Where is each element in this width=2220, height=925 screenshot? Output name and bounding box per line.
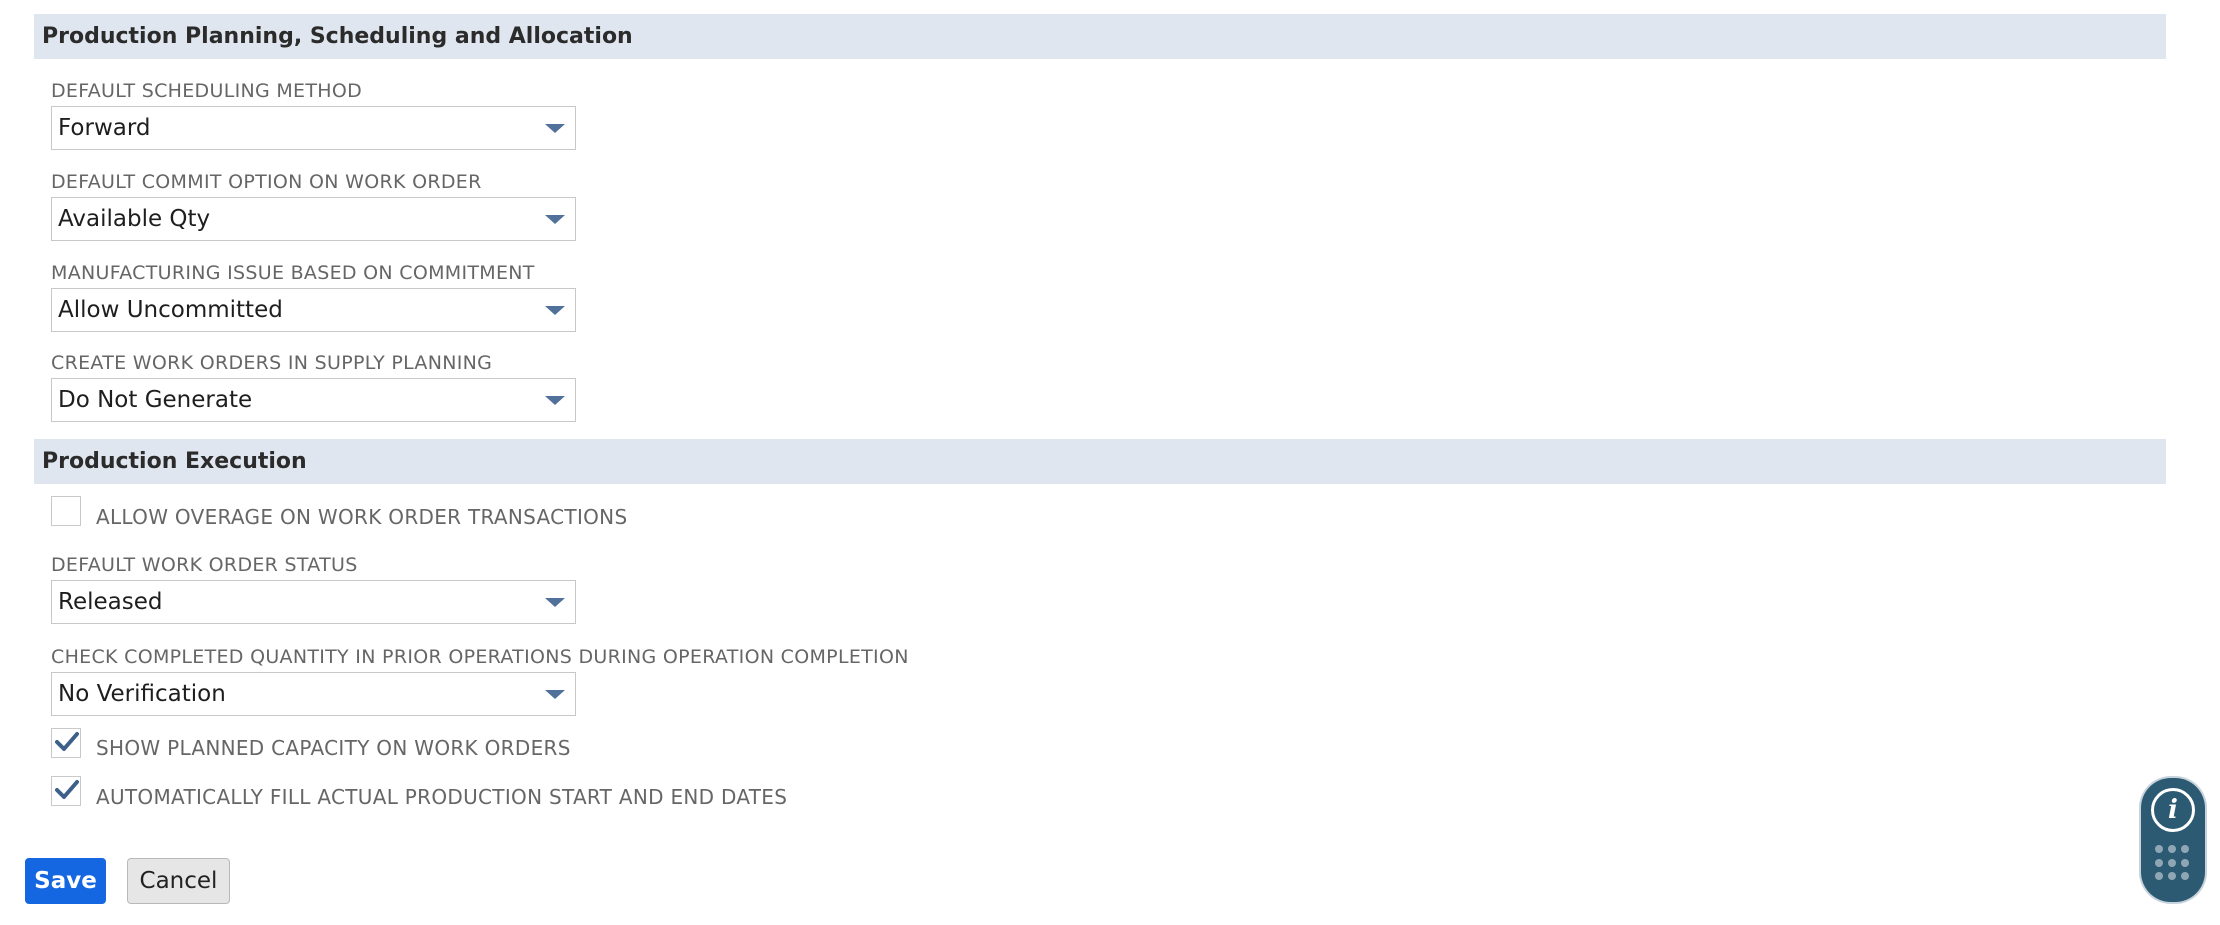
commit-option-select[interactable]: Available Qty [51,197,576,241]
commit-option-label: DEFAULT COMMIT OPTION ON WORK ORDER [51,171,482,193]
check-completed-label: CHECK COMPLETED QUANTITY IN PRIOR OPERAT… [51,646,909,668]
cancel-button[interactable]: Cancel [127,858,230,904]
auto-fill-dates-checkbox[interactable] [51,776,81,806]
issue-commitment-label: MANUFACTURING ISSUE BASED ON COMMITMENT [51,262,535,284]
issue-commitment-select[interactable]: Allow Uncommitted [51,288,576,332]
check-completed-value: No Verification [58,681,226,707]
supply-planning-label: CREATE WORK ORDERS IN SUPPLY PLANNING [51,352,493,374]
auto-fill-dates-label: AUTOMATICALLY FILL ACTUAL PRODUCTION STA… [96,785,788,809]
chevron-down-icon [545,124,565,133]
issue-commitment-value: Allow Uncommitted [58,297,283,323]
allow-overage-checkbox[interactable] [51,496,81,526]
grid-dots-icon[interactable] [2155,845,2191,881]
show-capacity-checkbox[interactable] [51,728,81,758]
commit-option-value: Available Qty [58,206,211,232]
chevron-down-icon [545,598,565,607]
chevron-down-icon [545,396,565,405]
checkmark-icon [55,780,79,799]
section-title-planning: Production Planning, Scheduling and Allo… [42,24,633,49]
chevron-down-icon [545,306,565,315]
section-header-execution: Production Execution [34,439,2166,484]
work-order-status-label: DEFAULT WORK ORDER STATUS [51,554,358,576]
supply-planning-select[interactable]: Do Not Generate [51,378,576,422]
scheduling-method-select[interactable]: Forward [51,106,576,150]
chevron-down-icon [545,690,565,699]
info-glyph: i [2168,795,2178,825]
chevron-down-icon [545,215,565,224]
checkmark-icon [55,732,79,751]
info-icon[interactable]: i [2151,788,2195,832]
show-capacity-label: SHOW PLANNED CAPACITY ON WORK ORDERS [96,736,571,760]
save-button[interactable]: Save [25,858,106,904]
work-order-status-select[interactable]: Released [51,580,576,624]
help-widget: i [2141,778,2205,902]
scheduling-method-label: DEFAULT SCHEDULING METHOD [51,80,363,102]
section-title-execution: Production Execution [42,449,307,474]
check-completed-select[interactable]: No Verification [51,672,576,716]
allow-overage-label: ALLOW OVERAGE ON WORK ORDER TRANSACTIONS [96,505,628,529]
supply-planning-value: Do Not Generate [58,387,253,413]
section-header-planning: Production Planning, Scheduling and Allo… [34,14,2166,59]
work-order-status-value: Released [58,589,163,615]
scheduling-method-value: Forward [58,115,151,141]
